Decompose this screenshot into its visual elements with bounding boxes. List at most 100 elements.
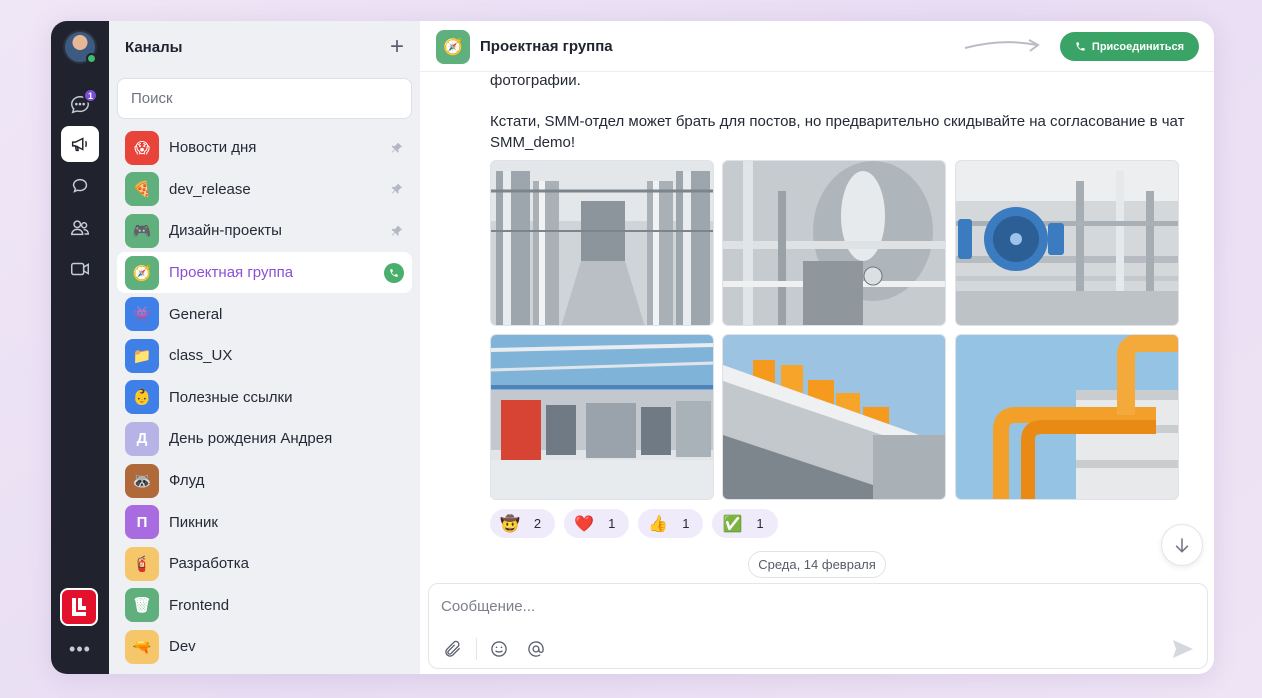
more-menu-button[interactable]: •••: [51, 639, 109, 659]
channels-sidebar: Каналы + 😱 Новости дня 🍕 dev_release 🎮 Дизайн…: [109, 21, 420, 674]
send-icon[interactable]: [1171, 638, 1195, 660]
video-button[interactable]: [61, 251, 99, 287]
compass-icon: 🧭: [443, 39, 463, 56]
video-camera-icon: [71, 262, 89, 276]
photo-3[interactable]: [955, 160, 1179, 326]
channel-item[interactable]: 📁 class_UX: [117, 335, 412, 377]
attach-icon[interactable]: [443, 639, 463, 659]
chat-panel: 🧭 Проектная группа Присоединиться фотогр…: [420, 21, 1214, 674]
scroll-down-button[interactable]: [1161, 524, 1203, 566]
reaction-emoji: 👍: [648, 515, 669, 533]
sidebar-title: Каналы: [125, 38, 183, 56]
date-separator: Среда, 14 февраля: [748, 551, 886, 578]
message-text-line1: фотографии.: [490, 72, 581, 89]
channel-item[interactable]: 🧭 Проектная группа: [117, 251, 412, 294]
join-call-label: Присоединиться: [1091, 40, 1185, 53]
channel-item[interactable]: 🎮 Дизайн-проекты: [117, 210, 412, 252]
photo-gallery: [490, 160, 1180, 500]
contacts-button[interactable]: [61, 210, 99, 246]
unread-badge: 1: [83, 88, 98, 103]
channel-avatar: П: [125, 505, 159, 540]
emoji-icon[interactable]: [489, 639, 509, 659]
threads-button[interactable]: [61, 168, 99, 204]
reaction-count: 2: [533, 516, 542, 531]
chats-button[interactable]: 1: [61, 87, 99, 123]
channel-item[interactable]: 😱 Новости дня: [117, 127, 412, 169]
reaction-chip[interactable]: 🤠 2: [490, 509, 556, 538]
add-channel-button[interactable]: +: [390, 35, 404, 59]
reaction-emoji: ❤️: [574, 515, 595, 533]
phone-icon: [1076, 42, 1085, 51]
pin-icon: [391, 142, 403, 153]
channel-name: Разработка: [169, 555, 249, 573]
channel-name: dev_release: [169, 180, 251, 198]
megaphone-icon: [71, 137, 87, 152]
message-input[interactable]: [441, 594, 1141, 618]
channel-avatar: 🍕: [125, 172, 159, 207]
channel-avatar: 📁: [125, 338, 159, 373]
channel-name: Полезные ссылки: [169, 388, 293, 406]
channel-avatar: 👾: [125, 297, 159, 332]
photo-1[interactable]: [490, 160, 714, 326]
channel-avatar: 🗑: [125, 588, 159, 623]
app-logo[interactable]: [60, 588, 98, 626]
search-input[interactable]: [117, 78, 412, 119]
channel-item[interactable]: 👾 General: [117, 293, 412, 335]
online-status-dot: [86, 53, 97, 64]
reaction-count: 1: [608, 516, 616, 531]
phone-icon: [390, 268, 398, 277]
reaction-chip[interactable]: ✅ 1: [712, 509, 778, 538]
channel-list: 😱 Новости дня 🍕 dev_release 🎮 Дизайн-проекты 🧭…: [117, 127, 412, 668]
reaction-emoji: 🤠: [500, 515, 520, 533]
channel-item[interactable]: Д День рождения Андрея: [117, 418, 412, 460]
app-window: 1 ••• Каналы + 😱 Новости дня 🍕 dev_release 🎮…: [51, 21, 1214, 674]
channel-item[interactable]: 👶 Полезные ссылки: [117, 377, 412, 419]
photo-4[interactable]: [490, 334, 714, 500]
channel-item[interactable]: 🗑 Frontend: [117, 585, 412, 627]
channel-name: Frontend: [169, 596, 230, 614]
pin-icon: [391, 184, 403, 195]
channel-item[interactable]: 🔫 Dev: [117, 626, 412, 668]
chat-title: Проектная группа: [480, 38, 613, 55]
channel-item[interactable]: 🍕 dev_release: [117, 169, 412, 211]
user-avatar[interactable]: [63, 30, 97, 64]
mention-icon[interactable]: [526, 639, 546, 659]
channel-avatar: 👶: [125, 380, 159, 415]
photo-6[interactable]: [955, 334, 1179, 500]
composer-divider: [476, 638, 477, 660]
channel-name: Dev: [169, 638, 196, 656]
channel-avatar: 🧭: [125, 255, 159, 290]
photo-5[interactable]: [722, 334, 946, 500]
channel-item[interactable]: 🦝 Флуд: [117, 460, 412, 502]
channel-name: Дизайн-проекты: [169, 222, 282, 240]
logo-icon: [72, 598, 86, 616]
active-call-indicator[interactable]: [384, 262, 404, 283]
reaction-count: 1: [756, 516, 764, 531]
channel-avatar: 🧯: [125, 546, 159, 581]
message-text-line2: Кстати, SMM-отдел может брать для постов…: [490, 113, 1185, 151]
chat-header: 🧭 Проектная группа Присоединиться: [420, 21, 1214, 72]
channel-name: Флуд: [169, 472, 205, 490]
channel-avatar: 🧭: [436, 30, 470, 64]
reaction-chip[interactable]: ❤️ 1: [564, 509, 630, 538]
channel-name: class_UX: [169, 347, 233, 365]
channel-item[interactable]: П Пикник: [117, 501, 412, 543]
channel-avatar: 🔫: [125, 629, 159, 664]
channel-avatar: 🦝: [125, 463, 159, 498]
reactions-row: 🤠 2 ❤️ 1 👍 1 ✅ 1: [490, 509, 778, 538]
channel-name: День рождения Андрея: [169, 430, 333, 448]
photo-2[interactable]: [722, 160, 946, 326]
channel-item[interactable]: 🧯 Разработка: [117, 543, 412, 585]
contacts-icon: [71, 220, 89, 236]
nav-rail: 1 •••: [51, 21, 109, 674]
reaction-chip[interactable]: 👍 1: [638, 509, 704, 538]
arrow-down-icon: [1175, 538, 1189, 553]
channel-name: General: [169, 305, 223, 323]
channels-button[interactable]: [61, 126, 99, 162]
join-call-button[interactable]: Присоединиться: [1060, 32, 1199, 61]
channel-avatar: 🎮: [125, 213, 159, 248]
reaction-count: 1: [682, 516, 690, 531]
message-composer: [428, 583, 1208, 669]
channel-name: Пикник: [169, 513, 218, 531]
arrow-right-icon: [964, 39, 1040, 52]
